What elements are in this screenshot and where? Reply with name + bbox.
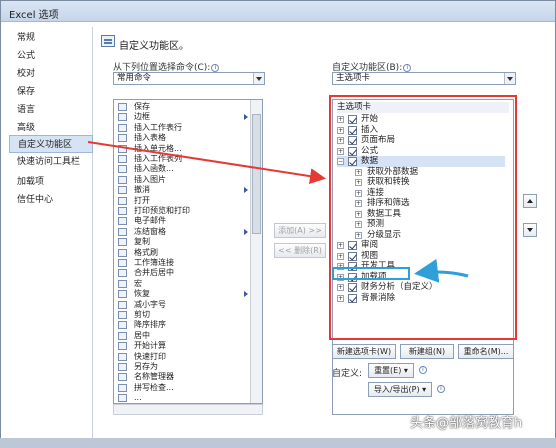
- watermark: 头条@部落窝教育h: [410, 416, 523, 431]
- annotation-arrows: [87, 141, 469, 283]
- window-bottom-edge: [0, 438, 556, 448]
- red-arrow: [87, 141, 326, 185]
- blue-arrow: [414, 258, 469, 283]
